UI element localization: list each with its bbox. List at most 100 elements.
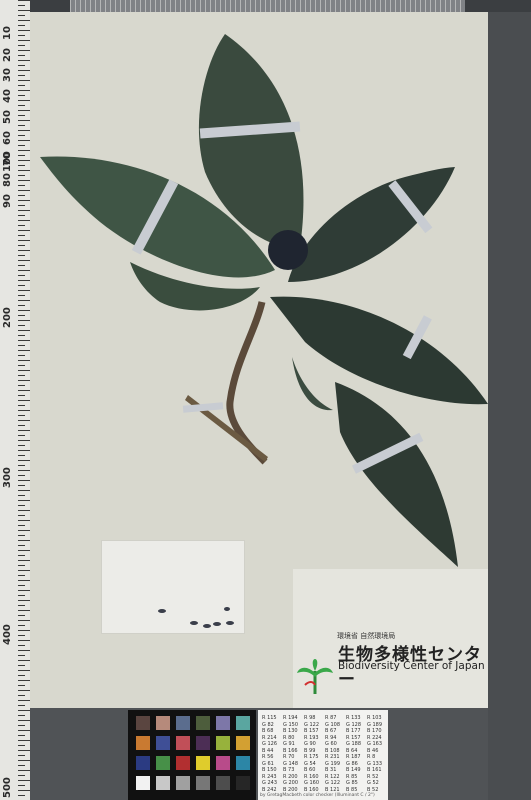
ruler-tick bbox=[18, 575, 25, 576]
grey-value: R 175 bbox=[304, 754, 319, 760]
ruler-tick bbox=[18, 325, 25, 326]
ruler-tick bbox=[18, 140, 30, 141]
grey-value: R 231 bbox=[325, 754, 340, 760]
color-swatch bbox=[156, 776, 170, 790]
ruler-tick bbox=[18, 100, 30, 101]
color-swatch bbox=[176, 756, 190, 770]
grey-value: B 242 bbox=[262, 786, 277, 793]
grey-value: B 85 bbox=[346, 786, 358, 793]
ruler-tick bbox=[18, 570, 30, 571]
ruler-tick bbox=[18, 115, 25, 116]
ruler-label: 10 bbox=[2, 26, 13, 40]
color-swatch bbox=[176, 716, 190, 730]
ruler-tick bbox=[18, 80, 30, 81]
ruler-tick bbox=[18, 700, 30, 701]
ruler-tick bbox=[18, 405, 25, 406]
grey-value: G 91 bbox=[283, 741, 295, 747]
ruler-tick bbox=[18, 30, 30, 31]
ruler-tick bbox=[18, 360, 30, 361]
ruler-tick bbox=[18, 530, 30, 531]
ruler-tick bbox=[18, 785, 25, 786]
ruler-tick bbox=[18, 125, 25, 126]
ruler-label: 500 bbox=[2, 777, 13, 798]
grey-value: G 126 bbox=[262, 741, 278, 747]
color-swatch bbox=[216, 736, 230, 750]
color-swatch bbox=[136, 756, 150, 770]
ruler-tick bbox=[18, 230, 30, 231]
grey-value: R 243 bbox=[262, 773, 277, 780]
grey-value: R 85 bbox=[346, 773, 358, 780]
ruler-tick bbox=[18, 5, 25, 6]
ruler-tick bbox=[18, 55, 25, 56]
ruler-tick bbox=[18, 40, 30, 41]
ruler-tick bbox=[18, 15, 25, 16]
grey-value: R 214 bbox=[262, 734, 277, 741]
color-swatch bbox=[216, 756, 230, 770]
ruler-tick bbox=[18, 565, 25, 566]
ruler-tick bbox=[18, 580, 30, 581]
ruler-tick bbox=[18, 590, 30, 591]
ruler-tick bbox=[18, 330, 30, 331]
color-swatch bbox=[136, 736, 150, 750]
ruler-tick bbox=[18, 240, 30, 241]
ruler-tick bbox=[18, 585, 25, 586]
grey-value: B 161 bbox=[367, 767, 382, 773]
grey-value: G 61 bbox=[262, 760, 274, 767]
color-swatch bbox=[216, 776, 230, 790]
ruler-tick bbox=[18, 695, 25, 696]
ruler-tick bbox=[18, 390, 30, 391]
ruler-tick bbox=[18, 775, 25, 776]
grey-value: G 54 bbox=[304, 760, 316, 767]
ruler-tick bbox=[18, 400, 30, 401]
ruler-tick bbox=[18, 455, 25, 456]
color-swatch bbox=[136, 776, 150, 790]
ruler-tick bbox=[18, 50, 30, 51]
grey-value: R 52 bbox=[367, 773, 379, 780]
grey-value: G 148 bbox=[283, 760, 299, 767]
seed-envelope bbox=[101, 540, 245, 634]
ruler-tick bbox=[18, 560, 30, 561]
ruler-tick bbox=[18, 445, 25, 446]
ruler-tick bbox=[18, 670, 30, 671]
ruler-tick bbox=[18, 280, 30, 281]
grey-value: R 103 bbox=[367, 715, 382, 721]
ruler-tick bbox=[18, 795, 25, 796]
grey-value: R 98 bbox=[304, 715, 316, 721]
ruler-tick bbox=[18, 180, 30, 181]
grey-value: R 194 bbox=[283, 715, 298, 721]
grey-value: R 56 bbox=[262, 754, 274, 760]
grey-value: B 68 bbox=[262, 728, 274, 734]
color-swatch bbox=[196, 776, 210, 790]
ruler-tick bbox=[18, 255, 25, 256]
ruler-tick bbox=[18, 600, 30, 601]
grey-value: G 243 bbox=[262, 780, 278, 786]
grey-value: B 46 bbox=[367, 747, 379, 754]
grey-value: B 60 bbox=[304, 767, 316, 773]
collection-label: 環境省 自然環境局 生物多様性センター Biodiversity Center … bbox=[293, 569, 488, 708]
ruler-tick bbox=[18, 710, 30, 711]
color-swatch bbox=[176, 736, 190, 750]
ruler-tick bbox=[18, 555, 25, 556]
ruler-tick bbox=[18, 290, 30, 291]
grey-value: R 70 bbox=[283, 754, 295, 760]
ruler-tick bbox=[18, 195, 25, 196]
grey-value: G 200 bbox=[283, 780, 299, 786]
grey-value: R 115 bbox=[262, 715, 277, 721]
ruler-tick bbox=[18, 210, 30, 211]
ruler-tick bbox=[18, 720, 30, 721]
ruler-tick bbox=[18, 790, 30, 791]
ruler-tick bbox=[18, 160, 30, 161]
ruler-tick bbox=[18, 155, 25, 156]
vertical-ruler: 10 20 30 40 50 60 70 80 90 100 200 300 400 500 bbox=[0, 0, 30, 800]
ruler-tick bbox=[18, 595, 25, 596]
ruler-tick bbox=[18, 475, 25, 476]
grey-value: R 80 bbox=[283, 734, 295, 741]
ruler-tick bbox=[18, 35, 25, 36]
ruler-tick bbox=[18, 235, 25, 236]
grey-value: G 60 bbox=[325, 741, 337, 747]
ruler-tick bbox=[18, 270, 30, 271]
ruler-tick bbox=[18, 320, 30, 321]
center-english-name: Biodiversity Center of Japan bbox=[338, 660, 485, 672]
grey-value: G 189 bbox=[367, 721, 383, 728]
grey-value: G 82 bbox=[262, 721, 274, 728]
